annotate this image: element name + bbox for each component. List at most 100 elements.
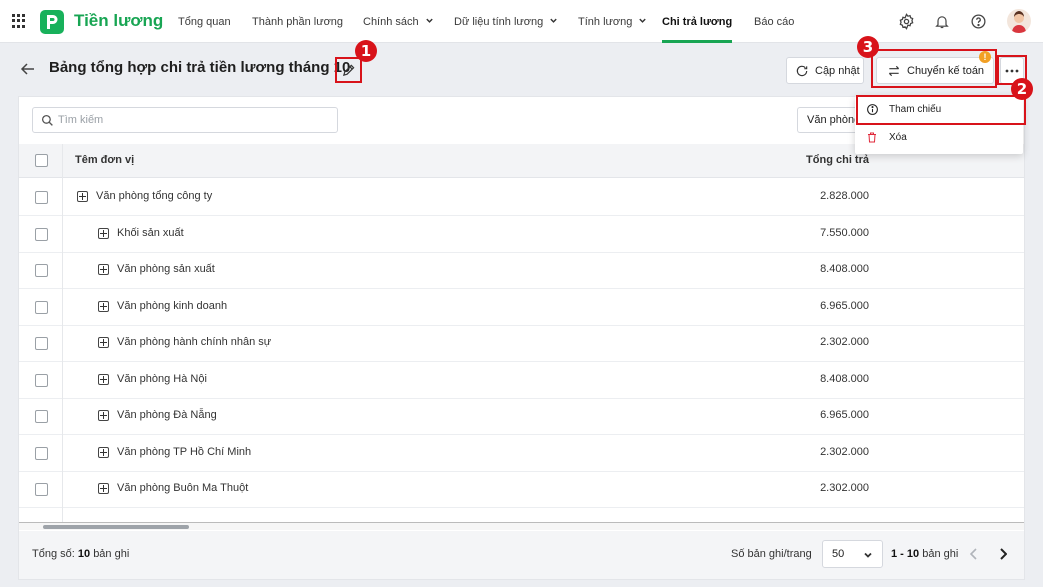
table-row[interactable]: Văn phòng TP Hồ Chí Minh 2.302.000 bbox=[19, 435, 1024, 472]
chevron-down-icon bbox=[638, 16, 647, 28]
per-page-label: Số bản ghi/trang bbox=[731, 548, 812, 560]
total-suffix: bản ghi bbox=[93, 548, 130, 560]
nav-item-0[interactable]: Tổng quan bbox=[170, 0, 239, 43]
nav-item-4[interactable]: Tính lương bbox=[570, 0, 655, 43]
callout-number-2: 2 bbox=[1011, 78, 1033, 100]
callout-number-3: 3 bbox=[857, 36, 879, 58]
expand-plus-icon[interactable] bbox=[98, 337, 109, 348]
row-checkbox[interactable] bbox=[35, 264, 48, 277]
row-checkbox[interactable] bbox=[35, 191, 48, 204]
trash-icon bbox=[865, 130, 879, 144]
expand-plus-icon[interactable] bbox=[98, 446, 109, 458]
row-checkbox[interactable] bbox=[35, 337, 48, 350]
unit-name: Văn phòng Hà Nội bbox=[117, 372, 207, 385]
nav-item-5[interactable]: Chi trả lương bbox=[662, 0, 733, 43]
total-amount: 8.408.000 bbox=[820, 263, 869, 275]
update-label: Cập nhật bbox=[815, 64, 860, 77]
avatar[interactable] bbox=[1007, 9, 1031, 33]
page-range: 1 - 10 bản ghi bbox=[891, 548, 958, 560]
per-page-select[interactable]: 50 bbox=[822, 540, 883, 568]
help-icon[interactable] bbox=[968, 11, 988, 31]
total-amount: 6.965.000 bbox=[820, 409, 869, 421]
prev-page-button[interactable] bbox=[966, 545, 982, 563]
callout-number-1: 1 bbox=[355, 40, 377, 62]
menu-item-delete-label: Xóa bbox=[889, 131, 907, 143]
nav-item-label: Báo cáo bbox=[754, 15, 795, 28]
table-row[interactable]: Văn phòng Buôn Ma Thuột 2.302.000 bbox=[19, 471, 1024, 508]
column-divider bbox=[62, 144, 63, 523]
search-box[interactable] bbox=[32, 107, 338, 133]
menu-item-delete[interactable]: Xóa bbox=[855, 124, 1023, 150]
unit-name: Văn phòng Buôn Ma Thuột bbox=[117, 482, 249, 494]
callout-box-1 bbox=[335, 57, 362, 83]
unit-name: Khối sản xuất bbox=[117, 226, 184, 239]
back-arrow-icon[interactable] bbox=[19, 60, 37, 78]
table-row[interactable]: Văn phòng sản xuất 8.408.000 bbox=[19, 252, 1024, 289]
app-grid-icon[interactable] bbox=[12, 14, 26, 28]
chevron-left-icon bbox=[970, 548, 977, 560]
expand-plus-icon[interactable] bbox=[98, 483, 109, 494]
nav-item-2[interactable]: Chính sách bbox=[355, 0, 442, 43]
total-amount: 2.302.000 bbox=[820, 445, 869, 458]
horizontal-scrollbar-thumb[interactable] bbox=[43, 525, 189, 529]
nav-item-6[interactable]: Báo cáo bbox=[746, 0, 802, 43]
total-count: 10 bbox=[77, 548, 91, 560]
nav-item-1[interactable]: Thành phần lương bbox=[244, 0, 351, 43]
callout-box-3 bbox=[871, 49, 997, 88]
nav-item-label: Tính lương bbox=[578, 15, 633, 28]
nav-item-label: Chi trả lương bbox=[662, 15, 733, 28]
page-title: Bảng tổng hợp chi trả tiền lương tháng 1… bbox=[49, 59, 351, 76]
table-row[interactable]: Văn phòng Đà Nẵng 6.965.000 bbox=[19, 398, 1024, 435]
column-header-name: Têm đơn vị bbox=[75, 154, 135, 166]
table-row[interactable]: Văn phòng tổng công ty 2.828.000 bbox=[19, 179, 1024, 216]
chevron-down-icon bbox=[864, 552, 872, 558]
bell-icon[interactable] bbox=[932, 11, 952, 31]
expand-plus-icon[interactable] bbox=[98, 410, 109, 421]
app-name[interactable]: Tiền lương bbox=[74, 11, 163, 31]
chevron-down-icon bbox=[425, 16, 434, 28]
search-input[interactable] bbox=[58, 114, 328, 126]
unit-name: Văn phòng TP Hồ Chí Minh bbox=[117, 445, 252, 458]
row-checkbox[interactable] bbox=[35, 446, 48, 460]
table-row[interactable]: Văn phòng Hà Nội 8.408.000 bbox=[19, 362, 1024, 399]
filter-value: Văn phòng bbox=[807, 114, 859, 126]
range-suffix: bản ghi bbox=[922, 548, 959, 560]
refresh-icon bbox=[796, 65, 808, 76]
unit-filter-select[interactable]: Văn phòng bbox=[797, 107, 859, 133]
column-header-total: Tổng chi trả bbox=[806, 154, 869, 166]
unit-name: Văn phòng tổng công ty bbox=[96, 190, 213, 202]
expand-plus-icon[interactable] bbox=[98, 227, 109, 239]
total-amount: 7.550.000 bbox=[820, 226, 869, 239]
row-checkbox[interactable] bbox=[35, 373, 48, 387]
chevron-right-icon bbox=[1000, 548, 1007, 560]
table-row[interactable]: Văn phòng kinh doanh 6.965.000 bbox=[19, 289, 1024, 326]
expand-plus-icon[interactable] bbox=[98, 373, 109, 385]
unit-name: Văn phòng Đà Nẵng bbox=[117, 409, 217, 421]
table-row[interactable]: Khối sản xuất 7.550.000 bbox=[19, 216, 1024, 253]
total-amount: 8.408.000 bbox=[820, 372, 869, 385]
unit-name: Văn phòng hành chính nhân sự bbox=[117, 336, 272, 348]
expand-plus-icon[interactable] bbox=[98, 300, 109, 312]
expand-plus-icon[interactable] bbox=[77, 191, 88, 202]
nav-item-label: Thành phần lương bbox=[252, 15, 344, 28]
total-amount: 6.965.000 bbox=[820, 299, 869, 312]
unit-name: Văn phòng kinh doanh bbox=[117, 299, 228, 312]
table-row[interactable]: Văn phòng hành chính nhân sự 2.302.000 bbox=[19, 325, 1024, 362]
nav-item-3[interactable]: Dữ liệu tính lương bbox=[446, 0, 566, 43]
total-amount: 2.302.000 bbox=[820, 482, 869, 494]
settings-icon[interactable] bbox=[896, 11, 916, 31]
row-checkbox[interactable] bbox=[35, 227, 48, 241]
row-checkbox[interactable] bbox=[35, 300, 48, 314]
app-logo[interactable] bbox=[40, 10, 64, 34]
row-checkbox[interactable] bbox=[35, 483, 48, 496]
unit-name: Văn phòng sản xuất bbox=[117, 263, 215, 275]
select-all-checkbox[interactable] bbox=[35, 154, 48, 167]
expand-plus-icon[interactable] bbox=[98, 264, 109, 275]
row-checkbox[interactable] bbox=[35, 410, 48, 423]
range-value: 1 - 10 bbox=[891, 548, 920, 560]
next-page-button[interactable] bbox=[995, 545, 1011, 563]
callout-box-2-menu bbox=[856, 95, 1026, 125]
update-button[interactable]: Cập nhật bbox=[786, 57, 864, 84]
nav-item-label: Chính sách bbox=[363, 15, 419, 28]
total-amount: 2.828.000 bbox=[820, 190, 869, 202]
